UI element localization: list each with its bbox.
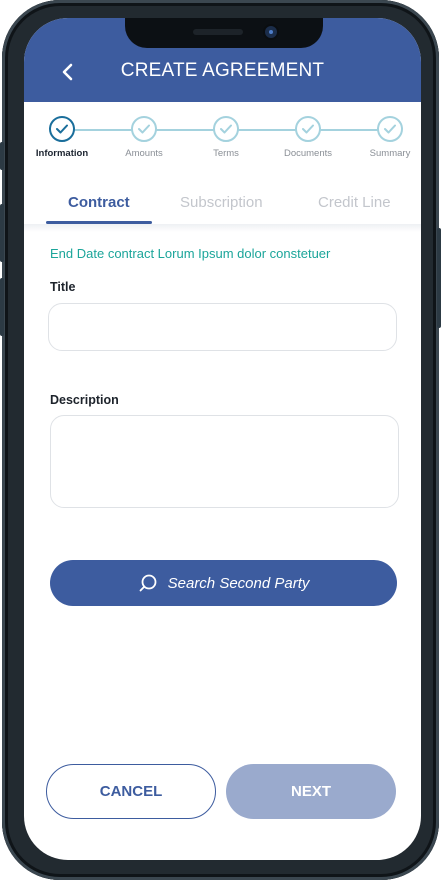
- tab-subscription[interactable]: Subscription: [180, 194, 263, 211]
- check-icon: [384, 124, 396, 134]
- step-label: Terms: [213, 148, 239, 159]
- title-label: Title: [50, 280, 76, 294]
- camera-icon: [265, 26, 277, 38]
- step-amounts[interactable]: Amounts: [104, 116, 184, 159]
- step-label: Information: [35, 148, 89, 159]
- mute-switch: [0, 142, 4, 170]
- step-information[interactable]: Information: [24, 116, 102, 159]
- step-documents[interactable]: Documents: [268, 116, 348, 159]
- check-icon: [56, 124, 68, 134]
- step-terms[interactable]: Terms: [186, 116, 266, 159]
- contract-note: End Date contract Lorum Ipsum dolor cons…: [50, 246, 331, 261]
- step-circle: [295, 116, 321, 142]
- tab-contract[interactable]: Contract: [68, 194, 130, 211]
- step-label: Amounts: [125, 148, 163, 159]
- step-circle: [131, 116, 157, 142]
- check-icon: [302, 124, 314, 134]
- search-button-label: Search Second Party: [167, 574, 310, 592]
- app-screen: CREATE AGREEMENT Information Amounts Ter…: [24, 18, 421, 860]
- step-summary[interactable]: Summary: [350, 116, 421, 159]
- volume-down-button: [0, 278, 4, 336]
- speaker: [193, 29, 243, 35]
- check-icon: [138, 124, 150, 134]
- description-textarea[interactable]: [50, 415, 399, 508]
- step-circle: [49, 116, 75, 142]
- tab-divider: [24, 224, 421, 232]
- app-header: CREATE AGREEMENT: [24, 18, 421, 102]
- step-label: Documents: [283, 148, 333, 159]
- step-circle: [377, 116, 403, 142]
- title-input[interactable]: [48, 303, 397, 351]
- tab-credit-line[interactable]: Credit Line: [318, 194, 391, 211]
- step-circle: [213, 116, 239, 142]
- volume-up-button: [0, 204, 4, 262]
- next-button[interactable]: NEXT: [226, 764, 396, 819]
- step-label: Summary: [369, 148, 411, 159]
- cancel-button[interactable]: CANCEL: [46, 764, 216, 819]
- description-label: Description: [50, 393, 119, 407]
- search-icon: [138, 573, 158, 593]
- check-icon: [220, 124, 232, 134]
- notch: [125, 18, 323, 48]
- search-second-party-button[interactable]: Search Second Party: [50, 560, 397, 606]
- power-button: [437, 228, 441, 328]
- page-title: CREATE AGREEMENT: [120, 60, 325, 81]
- phone-frame: CREATE AGREEMENT Information Amounts Ter…: [0, 0, 441, 880]
